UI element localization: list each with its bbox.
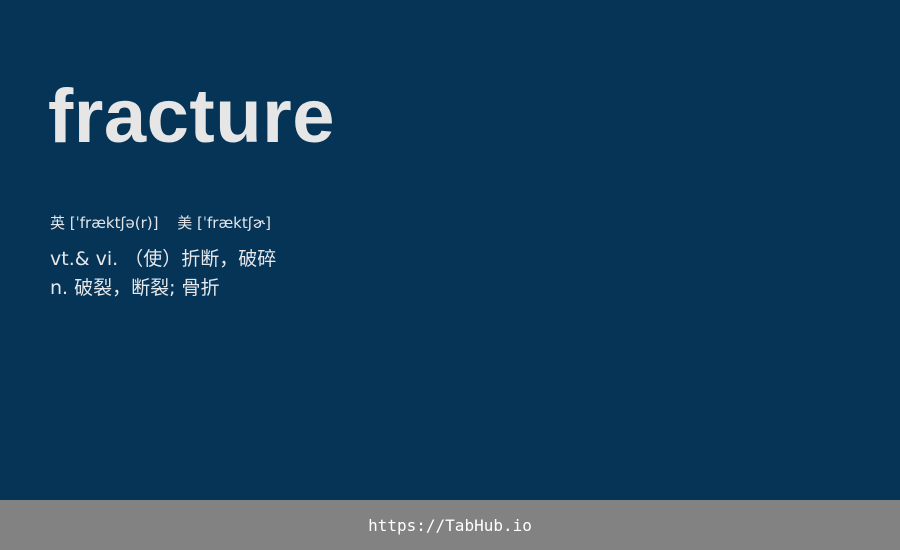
phonetic-uk: 英 [ˈfræktʃə(r)] — [50, 214, 159, 232]
footer-bar: https://TabHub.io — [0, 500, 900, 550]
new-tab-page: fracture 英 [ˈfræktʃə(r)] 美 [ˈfræktʃɚ] vt… — [0, 0, 900, 550]
definitions-list: vt.& vi. （使）折断，破碎 n. 破裂，断裂; 骨折 — [50, 245, 276, 303]
phonetic-us: 美 [ˈfræktʃɚ] — [177, 214, 271, 232]
phonetics-row: 英 [ˈfræktʃə(r)] 美 [ˈfræktʃɚ] — [50, 212, 271, 234]
definition-line-noun: n. 破裂，断裂; 骨折 — [50, 277, 220, 299]
word-card: fracture 英 [ˈfræktʃə(r)] 美 [ˈfræktʃɚ] vt… — [0, 0, 900, 500]
tabhub-link[interactable]: https://TabHub.io — [368, 516, 532, 535]
word-title: fracture — [48, 74, 335, 159]
definition-line-verb: vt.& vi. （使）折断，破碎 — [50, 248, 277, 270]
